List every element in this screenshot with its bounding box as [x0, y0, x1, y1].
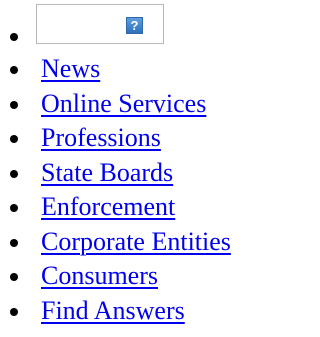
bullet	[10, 307, 18, 316]
help-icon[interactable]: ?	[126, 17, 143, 34]
enforcement-link[interactable]: Enforcement	[41, 190, 175, 225]
bullet	[10, 135, 18, 143]
find-answers-link[interactable]: Find Answers	[41, 294, 185, 329]
news-link[interactable]: News	[41, 52, 100, 87]
bullet	[10, 204, 18, 212]
corporate-entities-link[interactable]: Corporate Entities	[41, 225, 231, 260]
bullet	[10, 66, 18, 74]
online-services-link[interactable]: Online Services	[41, 87, 206, 122]
professions-link[interactable]: Professions	[41, 121, 161, 156]
bullet	[10, 238, 18, 247]
consumers-link[interactable]: Consumers	[41, 259, 158, 294]
bullet	[10, 33, 18, 41]
help-button[interactable]: ?	[36, 4, 164, 44]
bullet	[10, 273, 18, 281]
bullet	[10, 100, 18, 109]
state-boards-link[interactable]: State Boards	[41, 156, 173, 191]
bullet	[10, 169, 18, 178]
